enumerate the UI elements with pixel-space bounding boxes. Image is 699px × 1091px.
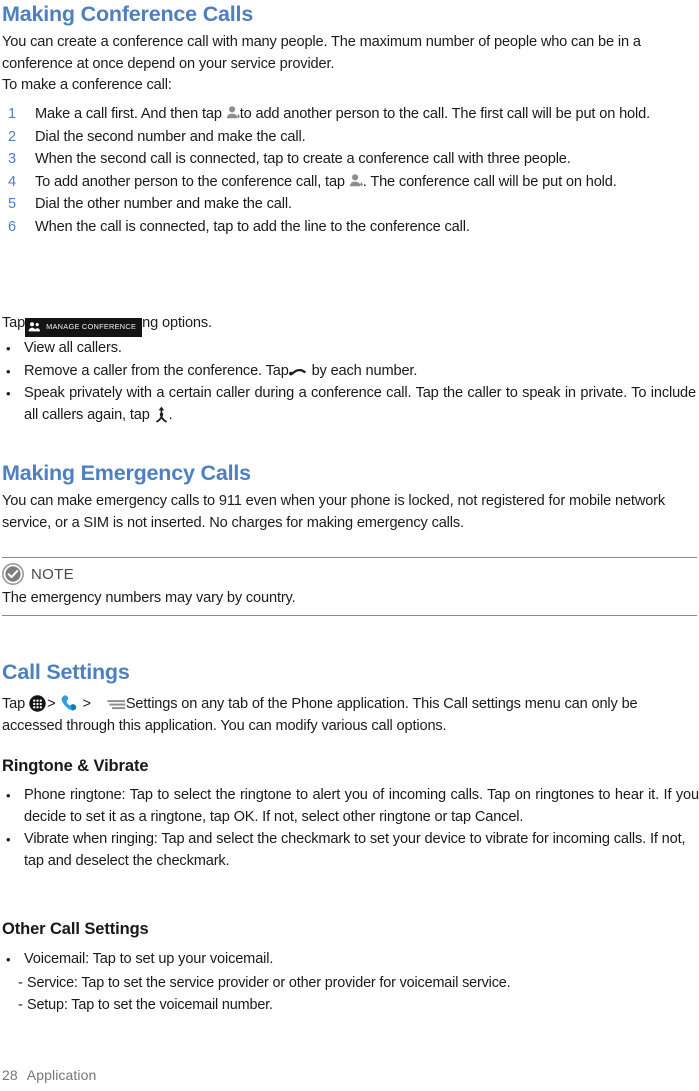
add-person-icon <box>349 173 363 189</box>
list-item: • Vibrate when ringing: Tap and select t… <box>2 829 692 872</box>
step-text: When the second call is connected, tap t… <box>35 151 571 167</box>
other-subitem-text: Service: Tap to set the service provider… <box>27 974 511 991</box>
step-text: To add another person to the conference … <box>35 173 617 190</box>
list-item: • Speak privately with a certain caller … <box>2 383 696 426</box>
step-text: When the call is connected, tap to add t… <box>35 218 470 235</box>
note-label: NOTE <box>31 565 74 583</box>
dash-glyph: - <box>18 996 23 1013</box>
option-text: Speak privately with a certain caller du… <box>24 385 696 423</box>
manual-page: Making Conference Calls You can create a… <box>0 0 699 1091</box>
other-subitem-text: Setup: Tap to set the voicemail number. <box>27 996 273 1013</box>
list-item: 2 Dial the second number and make the ca… <box>2 127 696 149</box>
bullet-glyph: • <box>6 788 11 803</box>
people-group-icon <box>28 321 41 333</box>
list-item: • Remove a caller from the conference. T… <box>2 361 696 383</box>
bullet-glyph: • <box>6 952 11 967</box>
list-item: 6 When the call is connected, tap to add… <box>2 217 696 239</box>
apps-grid-icon <box>29 695 46 712</box>
option-text: View all callers. <box>24 340 122 356</box>
manage-conference-line: Tap MANAGE CONFERENCE ng options. <box>2 313 696 337</box>
other-settings-list: • Voicemail: Tap to set up your voicemai… <box>2 949 696 1016</box>
bullet-glyph: • <box>6 341 11 356</box>
merge-call-icon <box>154 406 169 423</box>
ringtone-item-text: Vibrate when ringing: Tap and select the… <box>24 831 686 869</box>
path-separator-2: > <box>82 696 91 712</box>
menu-lines-icon <box>107 698 126 710</box>
path-lead-text: Tap <box>2 696 26 712</box>
list-item: • Voicemail: Tap to set up your voicemai… <box>2 949 696 971</box>
list-item: - Service: Tap to set the service provid… <box>2 973 696 994</box>
step-number: 2 <box>8 128 16 145</box>
manage-conference-label: MANAGE CONFERENCE <box>46 322 137 332</box>
step-number: 5 <box>8 196 16 212</box>
call-settings-path: Tap > > Settings on any tab of the Phone ap… <box>2 694 696 737</box>
step-number: 3 <box>8 151 16 167</box>
end-call-icon <box>288 364 308 378</box>
option-text: Remove a caller from the conference. Tap… <box>24 362 418 379</box>
conference-intro: You can create a conference call with ma… <box>2 34 641 72</box>
step-number: 6 <box>8 218 16 235</box>
page-title-call-settings: Call Settings <box>2 660 130 684</box>
bullet-glyph: • <box>6 386 11 401</box>
footer-page-number: 28 <box>2 1067 18 1083</box>
add-person-icon <box>226 105 240 121</box>
subsection-ringtone-vibrate: Ringtone & Vibrate <box>2 757 149 775</box>
list-item: - Setup: Tap to set the voicemail number… <box>2 995 696 1016</box>
manage-lead-text: Tap <box>2 315 26 331</box>
path-trail-text: Settings on any tab of the Phone applica… <box>2 696 638 734</box>
list-item: 3 When the second call is connected, tap… <box>2 149 662 171</box>
page-footer: 28 Application <box>2 1067 96 1083</box>
list-item: 5 Dial the other number and make the cal… <box>2 194 696 216</box>
page-title-emergency: Making Emergency Calls <box>2 461 251 485</box>
other-item-text: Voicemail: Tap to set up your voicemail. <box>24 951 274 967</box>
conference-intro-line2: To make a conference call: <box>2 77 172 93</box>
phone-handset-icon <box>60 694 81 713</box>
footer-chapter: Application <box>26 1067 97 1083</box>
conference-options-list: • View all callers. • Remove a caller fr… <box>2 338 696 426</box>
note-header: NOTE <box>2 563 697 585</box>
step-text: Make a call first. And then tap to add a… <box>35 105 650 122</box>
bullet-glyph: • <box>6 832 11 847</box>
note-body: The emergency numbers may vary by countr… <box>2 590 296 606</box>
list-item: • Phone ringtone: Tap to select the ring… <box>2 785 699 828</box>
list-item: 4 To add another person to the conferenc… <box>2 172 674 194</box>
step-text: Dial the other number and make the call. <box>35 196 292 212</box>
conference-steps-list: 1 Make a call first. And then tap to add… <box>2 104 696 238</box>
step-text: Dial the second number and make the call… <box>35 128 306 145</box>
ringtone-options-list: • Phone ringtone: Tap to select the ring… <box>2 785 699 872</box>
step-number: 4 <box>8 173 16 190</box>
list-item: • View all callers. <box>2 338 696 360</box>
list-item: 1 Make a call first. And then tap to add… <box>2 104 674 126</box>
bullet-glyph: • <box>6 363 11 379</box>
note-callout: NOTE The emergency numbers may vary by c… <box>2 557 697 616</box>
path-separator-1: > <box>47 696 56 712</box>
manage-trail-text: ng options. <box>142 315 212 331</box>
manage-conference-button[interactable]: MANAGE CONFERENCE <box>25 317 143 337</box>
note-check-icon <box>2 563 24 585</box>
emergency-body: You can make emergency calls to 911 even… <box>2 493 666 531</box>
ringtone-item-text: Phone ringtone: Tap to select the ringto… <box>24 787 699 825</box>
dash-glyph: - <box>18 974 23 991</box>
page-title-conference: Making Conference Calls <box>2 2 254 26</box>
step-number: 1 <box>8 106 16 122</box>
subsection-other-call-settings: Other Call Settings <box>2 920 149 938</box>
